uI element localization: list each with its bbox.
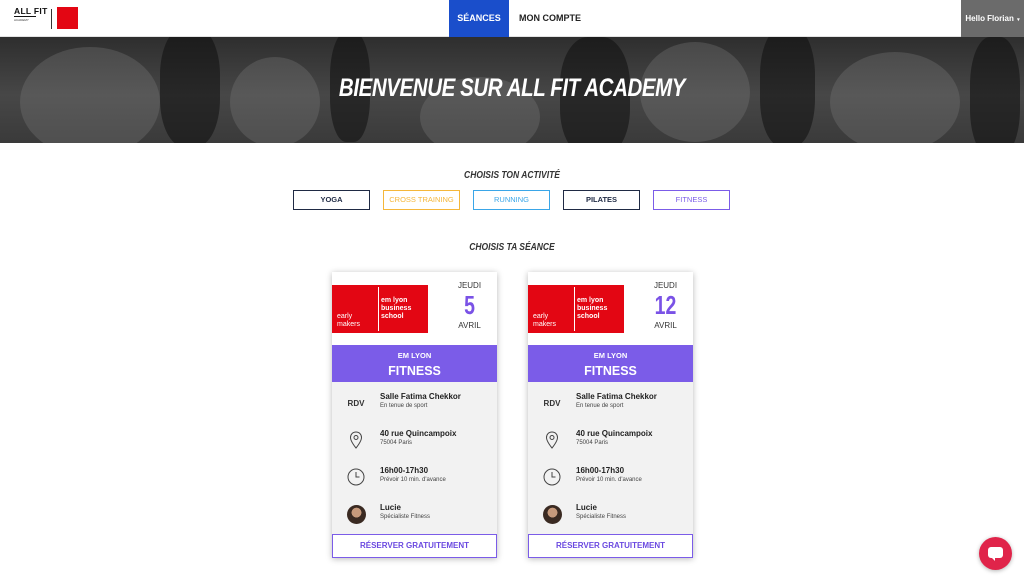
brand-sub: ACADEMY [14,18,29,22]
logo-left-text: early makers [337,313,360,328]
logo-left-text: early makers [533,313,556,328]
rdv-label: RDV [347,398,365,408]
card-month: AVRIL [654,321,677,330]
activity-yoga-button[interactable]: YOGA [293,190,370,210]
top-navbar: ALL FIT ACADEMY SÉANCES MON COMPTE Hello… [0,0,1024,37]
hero-title: BIENVENUE SUR ALL FIT ACADEMY [338,74,686,102]
card-date: JEUDI 5 AVRIL [442,272,497,330]
chat-launcher-button[interactable] [979,537,1012,570]
card-date-number: 5 [464,290,475,320]
time-note: Prévoir 10 min. d'avance [576,477,642,483]
hero-banner: BIENVENUE SUR ALL FIT ACADEMY [0,37,1024,143]
card-row-time: 16h00-17h30 Prévoir 10 min. d'avance [332,466,497,502]
card-partner-logo: early makers em lyon business school [332,285,428,333]
room-name: Salle Fatima Chekkor [576,392,657,401]
activity-cross-training-button[interactable]: CROSS TRAINING [383,190,460,210]
rdv-label: RDV [543,398,561,408]
card-location-tag: EM LYON [593,351,628,360]
map-pin-icon [346,429,366,451]
tab-seances[interactable]: SÉANCES [449,0,509,37]
room-name: Salle Fatima Chekkor [380,392,461,401]
activity-section-label: CHOISIS TON ACTIVITÉ [464,170,560,181]
session-time: 16h00-17h30 [576,466,625,475]
card-activity: FITNESS [584,364,637,378]
logo-right-text: em lyon business school [381,297,412,320]
coach-role: Spécialiste Fitness [576,514,627,520]
card-row-room: RDV Salle Fatima Chekkor En tenue de spo… [332,392,497,428]
room-note: En tenue de sport [380,403,428,409]
address: 40 rue Quincampoix [380,429,457,438]
chevron-down-icon: ▾ [1017,17,1020,23]
card-day: JEUDI [457,281,482,290]
coach-avatar [542,503,562,525]
tab-mon-compte[interactable]: MON COMPTE [509,0,591,37]
card-date: JEUDI 12 AVRIL [638,272,693,330]
card-date-number: 12 [654,290,677,320]
card-activity: FITNESS [388,364,441,378]
city: 75004 Paris [380,440,413,446]
card-month: AVRIL [458,321,481,330]
coach-role: Spécialiste Fitness [380,514,431,520]
activity-running-button[interactable]: RUNNING [473,190,550,210]
brand-main: ALL FIT [14,6,48,16]
coach-name: Lucie [576,503,597,512]
logo-separator [51,9,52,29]
time-note: Prévoir 10 min. d'avance [380,477,446,483]
card-activity-band: EM LYON FITNESS [332,345,497,382]
map-pin-icon [542,429,562,451]
reserve-button[interactable]: RÉSERVER GRATUITEMENT [332,534,497,558]
activity-pilates-button[interactable]: PILATES [563,190,640,210]
card-row-room: RDV Salle Fatima Chekkor En tenue de spo… [528,392,693,428]
coach-avatar [346,503,366,525]
coach-name: Lucie [380,503,401,512]
session-card: early makers em lyon business school JEU… [528,272,693,558]
city: 75004 Paris [576,440,609,446]
card-header: early makers em lyon business school JEU… [528,272,693,345]
card-row-time: 16h00-17h30 Prévoir 10 min. d'avance [528,466,693,502]
user-greeting: Hello Florian [965,14,1014,23]
card-location-tag: EM LYON [397,351,432,360]
session-time: 16h00-17h30 [380,466,429,475]
activity-fitness-button[interactable]: FITNESS [653,190,730,210]
card-partner-logo: early makers em lyon business school [528,285,624,333]
card-row-address: 40 rue Quincampoix 75004 Paris [528,429,693,465]
card-header: early makers em lyon business school JEU… [332,272,497,345]
card-day: JEUDI [653,281,678,290]
card-activity-band: EM LYON FITNESS [528,345,693,382]
address: 40 rue Quincampoix [576,429,653,438]
em-lyon-logo [57,7,78,29]
session-section-label: CHOISIS TA SÉANCE [469,242,555,253]
clock-icon [542,466,562,488]
session-card: early makers em lyon business school JEU… [332,272,497,558]
reserve-button[interactable]: RÉSERVER GRATUITEMENT [528,534,693,558]
logo-right-text: em lyon business school [577,297,608,320]
room-note: En tenue de sport [576,403,624,409]
user-menu-button[interactable]: Hello Florian ▾ [961,0,1024,37]
all-fit-academy-logo[interactable]: ALL FIT ACADEMY [14,7,48,31]
card-row-address: 40 rue Quincampoix 75004 Paris [332,429,497,465]
clock-icon [346,466,366,488]
